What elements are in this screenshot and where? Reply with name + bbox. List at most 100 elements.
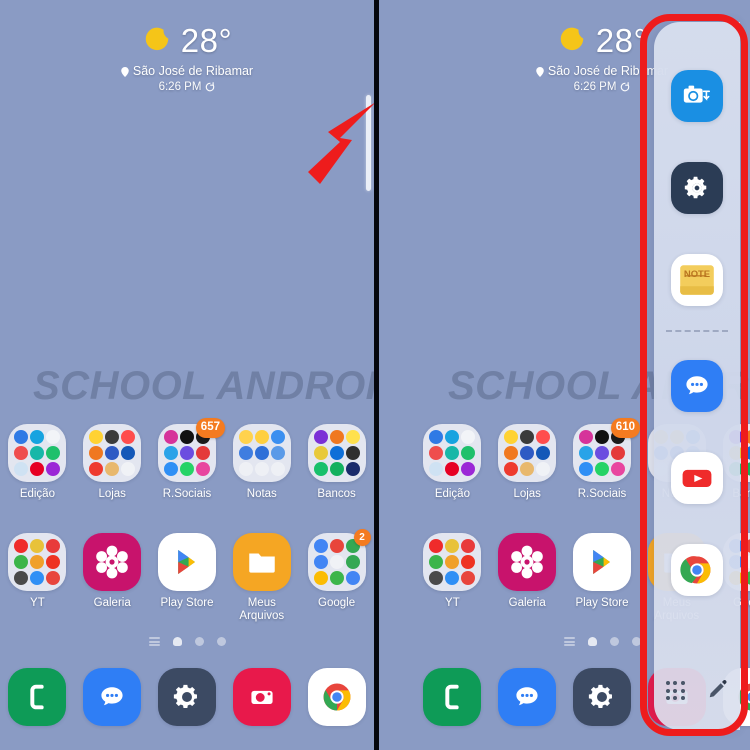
- folder-mini-app-icon: [594, 446, 609, 460]
- app-cell[interactable]: 610 R.Sociais: [565, 418, 640, 501]
- folder-mini-app-icon: [578, 462, 593, 476]
- app-cell[interactable]: Bancos: [299, 424, 374, 501]
- app-icon[interactable]: [572, 533, 631, 591]
- apps-list-icon[interactable]: [563, 637, 575, 646]
- folder-icon[interactable]: [307, 424, 366, 482]
- folder-mini-app-icon: [329, 539, 344, 553]
- folder-mini-app-icon: [744, 462, 750, 476]
- edge-panel[interactable]: NOTE: [654, 22, 740, 730]
- messages-icon[interactable]: [671, 360, 723, 412]
- folder-icon[interactable]: [423, 424, 482, 482]
- refresh-icon[interactable]: [205, 82, 215, 92]
- folder-icon[interactable]: [8, 533, 67, 591]
- smart-select-screenshot-icon[interactable]: [671, 70, 723, 122]
- app-cell[interactable]: YT: [415, 533, 490, 623]
- dock-cell[interactable]: [75, 668, 150, 726]
- folder-mini-app-icon: [329, 430, 344, 444]
- app-cell[interactable]: Notas: [224, 424, 299, 501]
- app-cell[interactable]: 657 R.Sociais: [150, 418, 225, 501]
- messages-icon[interactable]: [498, 668, 557, 726]
- home-page-dot[interactable]: [587, 637, 597, 646]
- page-dot[interactable]: [609, 637, 619, 646]
- folder-mini-app-icon: [461, 571, 476, 585]
- app-icon[interactable]: [83, 533, 142, 591]
- app-cell[interactable]: Galeria: [75, 533, 150, 623]
- folder-icon[interactable]: 657: [157, 418, 225, 482]
- app-icon[interactable]: [232, 533, 291, 591]
- dock-cell[interactable]: [299, 668, 374, 726]
- page-dot[interactable]: [216, 637, 226, 646]
- all-apps-grid-icon[interactable]: [665, 681, 686, 701]
- note-icon[interactable]: NOTE: [671, 254, 723, 306]
- camera-icon[interactable]: [232, 668, 291, 726]
- page-indicator[interactable]: [0, 637, 374, 646]
- folder-mini-app-icon: [313, 446, 328, 460]
- dock-cell[interactable]: [150, 668, 225, 726]
- app-cell[interactable]: 2 Google: [299, 529, 374, 623]
- crescent-moon-icon: [142, 26, 172, 56]
- folder-mini-app-icon: [445, 462, 460, 476]
- folder-mini-app-icon: [30, 539, 45, 553]
- dock-cell[interactable]: [565, 668, 640, 726]
- chrome-icon[interactable]: [307, 668, 366, 726]
- app-icon[interactable]: [498, 533, 557, 591]
- folder-icon[interactable]: 2: [307, 529, 371, 591]
- weather-time-row: 6:26 PM: [0, 81, 374, 93]
- folder-icon[interactable]: [83, 424, 142, 482]
- folder-mini-app-icon: [270, 462, 285, 476]
- settings-gear-icon[interactable]: [572, 668, 631, 726]
- weather-location-row: São José de Ribamar: [0, 64, 374, 78]
- folder-mini-app-icon: [254, 446, 269, 460]
- weather-widget[interactable]: 28° São José de Ribamar 6:26 PM: [0, 24, 374, 93]
- app-cell[interactable]: Edição: [0, 424, 75, 501]
- home-page-dot[interactable]: [172, 637, 182, 646]
- phone-icon[interactable]: [423, 668, 482, 726]
- folder-preview-grid: [498, 424, 557, 482]
- app-cell[interactable]: Galeria: [490, 533, 565, 623]
- settings-gear-icon[interactable]: [671, 162, 723, 214]
- dock-cell[interactable]: [415, 668, 490, 726]
- chrome-icon[interactable]: [671, 544, 723, 596]
- folder-mini-app-icon: [536, 430, 551, 444]
- folder-preview-grid: [423, 424, 482, 482]
- folder-mini-app-icon: [744, 571, 750, 585]
- dock-cell[interactable]: [0, 668, 75, 726]
- folder-mini-app-icon: [30, 446, 45, 460]
- folder-mini-app-icon: [461, 462, 476, 476]
- messages-icon[interactable]: [83, 668, 142, 726]
- red-arrow-annotation: [300, 98, 374, 198]
- weather-temperature-right: 28°: [595, 22, 648, 59]
- folder-icon[interactable]: [498, 424, 557, 482]
- phone-icon[interactable]: [8, 668, 67, 726]
- app-icon[interactable]: [157, 533, 216, 591]
- app-cell[interactable]: Edição: [415, 424, 490, 501]
- dock: [0, 668, 374, 726]
- app-cell[interactable]: Play Store: [150, 533, 225, 623]
- weather-time-text-right: 6:26 PM: [573, 81, 617, 93]
- edge-panel-items: NOTE: [654, 22, 740, 636]
- dock-cell[interactable]: [224, 668, 299, 726]
- folder-icon[interactable]: [8, 424, 67, 482]
- folder-mini-app-icon: [445, 430, 460, 444]
- dock-cell[interactable]: [490, 668, 565, 726]
- app-cell[interactable]: YT: [0, 533, 75, 623]
- folder-mini-app-icon: [46, 446, 61, 460]
- app-cell[interactable]: Lojas: [490, 424, 565, 501]
- youtube-icon[interactable]: [671, 452, 723, 504]
- app-cell[interactable]: MeusArquivos: [224, 533, 299, 623]
- settings-gear-icon[interactable]: [157, 668, 216, 726]
- refresh-icon[interactable]: [620, 82, 630, 92]
- folder-preview-grid: [8, 424, 67, 482]
- folder-mini-app-icon: [594, 462, 609, 476]
- app-cell[interactable]: Lojas: [75, 424, 150, 501]
- page-dot[interactable]: [194, 637, 204, 646]
- folder-mini-app-icon: [744, 539, 750, 553]
- edit-pencil-icon[interactable]: [708, 678, 729, 704]
- gallery-flower-icon: [83, 533, 142, 591]
- folder-icon[interactable]: [232, 424, 291, 482]
- page-dot[interactable]: [631, 637, 641, 646]
- app-cell[interactable]: Play Store: [565, 533, 640, 623]
- folder-icon[interactable]: 610: [572, 418, 640, 482]
- apps-list-icon[interactable]: [148, 637, 160, 646]
- folder-icon[interactable]: [423, 533, 482, 591]
